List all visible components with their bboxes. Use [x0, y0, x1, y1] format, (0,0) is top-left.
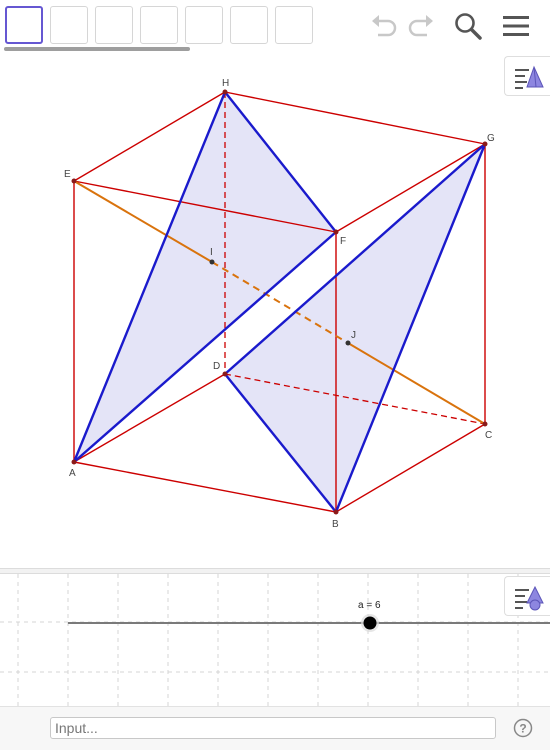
grid-lines — [0, 574, 550, 706]
undo-icon[interactable] — [368, 10, 400, 42]
tool-slot-2[interactable] — [50, 6, 88, 44]
label-j: J — [351, 330, 356, 341]
label-c: C — [485, 430, 492, 441]
tool-slot-5[interactable] — [185, 6, 223, 44]
label-e: E — [64, 169, 71, 180]
cube-drawing[interactable]: A B C D E F G H I J — [0, 52, 550, 568]
grid-and-slider[interactable]: a = 6 — [0, 574, 550, 706]
label-b: B — [332, 519, 339, 530]
label-h: H — [222, 78, 229, 89]
style-bar-2d-icon — [515, 585, 544, 611]
tool-slot-1[interactable] — [5, 6, 43, 44]
label-a: A — [69, 468, 76, 479]
slider-thumb[interactable] — [363, 616, 377, 630]
graphics-view[interactable]: A B C D E F G H I J — [0, 52, 550, 568]
graphics-style-bar-button[interactable] — [504, 56, 550, 96]
input-field[interactable] — [50, 717, 496, 739]
search-icon[interactable] — [452, 10, 484, 42]
menu-icon[interactable] — [500, 10, 532, 42]
tool-slot-7[interactable] — [275, 6, 313, 44]
toolbar-scrollbar[interactable] — [4, 47, 190, 51]
graphics2-style-bar-button[interactable] — [504, 576, 550, 616]
tool-slot-3[interactable] — [95, 6, 133, 44]
help-icon[interactable]: ? — [513, 718, 533, 738]
label-g: G — [487, 133, 495, 144]
label-d: D — [213, 361, 220, 372]
label-i: I — [210, 247, 213, 258]
label-f: F — [340, 236, 346, 247]
style-bar-3d-icon — [515, 65, 544, 89]
point-j[interactable] — [345, 340, 351, 346]
toolbar — [0, 0, 550, 53]
redo-icon[interactable] — [405, 10, 437, 42]
point-i[interactable] — [209, 259, 215, 265]
slider-label: a = 6 — [358, 600, 381, 611]
tool-slot-6[interactable] — [230, 6, 268, 44]
algebra-graphics-view[interactable]: a = 6 — [0, 574, 550, 706]
input-bar: ? — [0, 706, 550, 750]
help-label: ? — [519, 722, 526, 736]
tool-slot-4[interactable] — [140, 6, 178, 44]
